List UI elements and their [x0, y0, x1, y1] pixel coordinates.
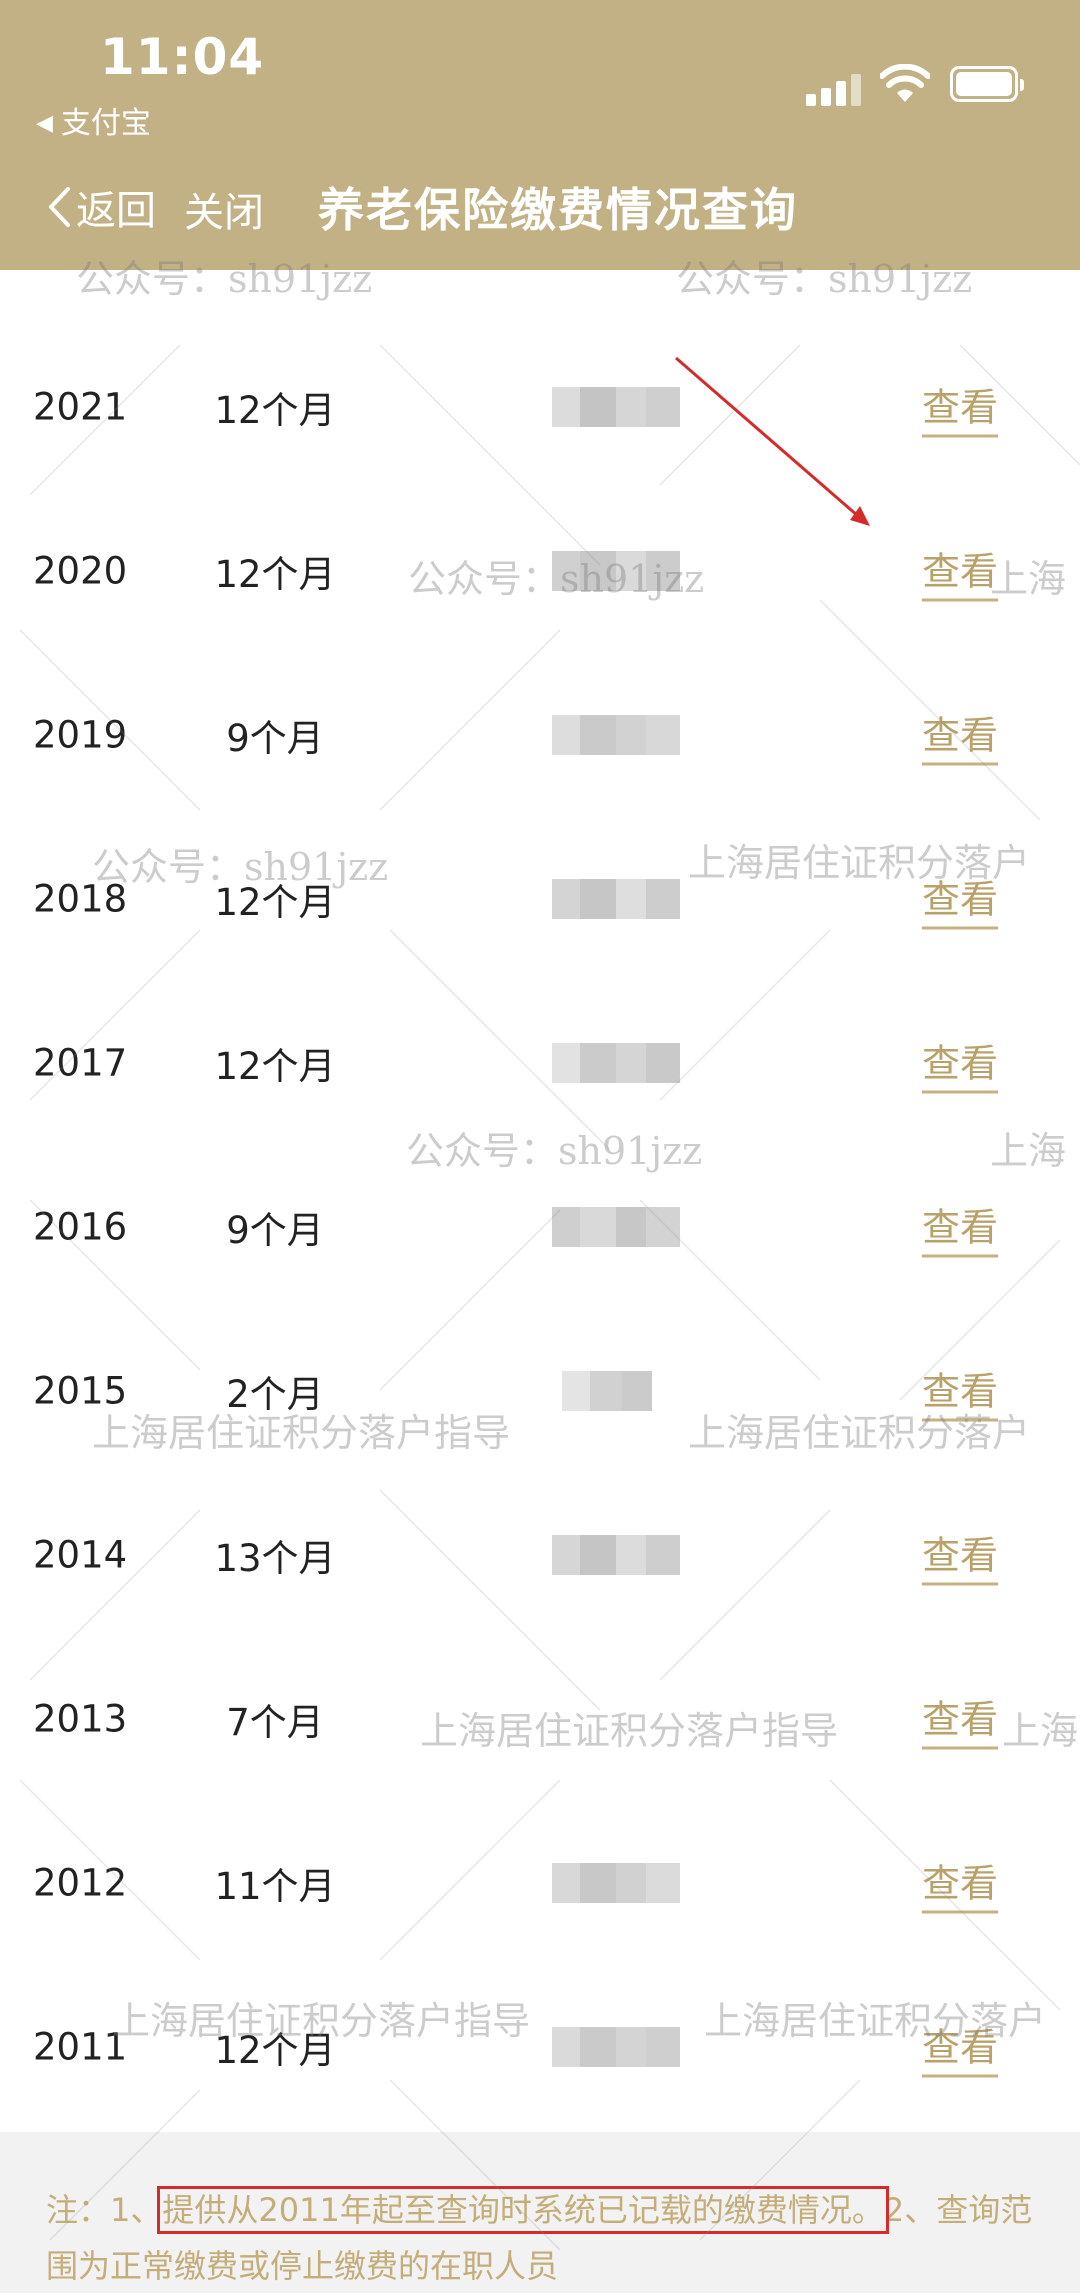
- blurred-amount: [552, 1043, 680, 1083]
- view-link[interactable]: 查看: [922, 1689, 999, 1750]
- row-year: 2017: [33, 1041, 128, 1085]
- list-item: 2020 12个月 查看: [0, 489, 1080, 653]
- blurred-amount: [552, 715, 680, 755]
- row-year: 2016: [33, 1205, 128, 1249]
- row-months: 9个月: [226, 717, 324, 760]
- blurred-amount: [552, 1371, 680, 1411]
- list-item: 2013 7个月 查看: [0, 1637, 1080, 1801]
- list-item: 2016 9个月 查看: [0, 1145, 1080, 1309]
- row-year: 2018: [33, 877, 128, 921]
- list-item: 2014 13个月 查看: [0, 1473, 1080, 1637]
- view-link[interactable]: 查看: [922, 1525, 999, 1586]
- view-link[interactable]: 查看: [922, 541, 999, 602]
- row-year: 2012: [33, 1861, 128, 1905]
- row-year: 2020: [33, 549, 128, 593]
- view-link[interactable]: 查看: [922, 1197, 999, 1258]
- return-to-alipay[interactable]: ◀ 支付宝: [36, 98, 151, 142]
- wifi-icon: [880, 64, 930, 102]
- list-item: 2021 12个月 查看: [0, 325, 1080, 489]
- row-months: 12个月: [214, 1045, 336, 1088]
- row-months: 12个月: [214, 553, 336, 596]
- list-item: 2012 11个月 查看: [0, 1801, 1080, 1965]
- row-months: 2个月: [226, 1373, 324, 1416]
- view-link[interactable]: 查看: [922, 2017, 999, 2078]
- row-year: 2019: [33, 713, 128, 757]
- notice-highlight: 提供从2011年起至查询时系统已记载的缴费情况。: [157, 2186, 889, 2234]
- list-item: 2017 12个月 查看: [0, 981, 1080, 1145]
- battery-icon: [950, 66, 1024, 102]
- row-months: 7个月: [226, 1701, 324, 1744]
- row-months: 11个月: [214, 1865, 336, 1908]
- back-triangle-icon: ◀: [36, 111, 53, 136]
- notice-footer: 注：1、提供从2011年起至查询时系统已记载的缴费情况。2、查询范围为正常缴费或…: [0, 2132, 1080, 2293]
- close-button[interactable]: 关闭: [184, 180, 264, 238]
- notice-prefix: 注：1、: [46, 2191, 163, 2229]
- blurred-amount: [552, 387, 680, 427]
- view-link[interactable]: 查看: [922, 1033, 999, 1094]
- row-year: 2013: [33, 1697, 128, 1741]
- view-link[interactable]: 查看: [922, 1361, 999, 1422]
- back-label: 返回: [76, 188, 156, 234]
- back-button[interactable]: 返回: [46, 178, 156, 236]
- row-year: 2015: [33, 1369, 128, 1413]
- app-header: 11:04 ◀ 支付宝 返回 关闭 养老保险缴费情况查询: [0, 0, 1080, 270]
- blurred-amount: [552, 1699, 680, 1739]
- row-months: 12个月: [214, 2029, 336, 2072]
- row-months: 13个月: [214, 1537, 336, 1580]
- view-link[interactable]: 查看: [922, 377, 999, 438]
- list-item: 2015 2个月 查看: [0, 1309, 1080, 1473]
- row-year: 2011: [33, 2025, 128, 2069]
- signal-icon: [806, 72, 862, 106]
- row-months: 12个月: [214, 881, 336, 924]
- blurred-amount: [552, 1207, 680, 1247]
- list-item: 2011 12个月 查看: [0, 1965, 1080, 2129]
- row-months: 9个月: [226, 1209, 324, 1252]
- row-months: 12个月: [214, 389, 336, 432]
- return-app-label: 支付宝: [60, 106, 151, 141]
- blurred-amount: [552, 1535, 680, 1575]
- list-item: 2018 12个月 查看: [0, 817, 1080, 981]
- view-link[interactable]: 查看: [922, 1853, 999, 1914]
- notice-text: 注：1、提供从2011年起至查询时系统已记载的缴费情况。2、查询范围为正常缴费或…: [46, 2182, 1036, 2294]
- status-time: 11:04: [100, 28, 265, 86]
- row-year: 2014: [33, 1533, 128, 1577]
- blurred-amount: [552, 1863, 680, 1903]
- blurred-amount: [552, 2027, 680, 2067]
- row-year: 2021: [33, 385, 128, 429]
- blurred-amount: [552, 879, 680, 919]
- blurred-amount: [552, 551, 680, 591]
- page-title: 养老保险缴费情况查询: [318, 183, 798, 237]
- view-link[interactable]: 查看: [922, 705, 999, 766]
- list-item: 2019 9个月 查看: [0, 653, 1080, 817]
- view-link[interactable]: 查看: [922, 869, 999, 930]
- back-chevron-icon: [49, 187, 70, 227]
